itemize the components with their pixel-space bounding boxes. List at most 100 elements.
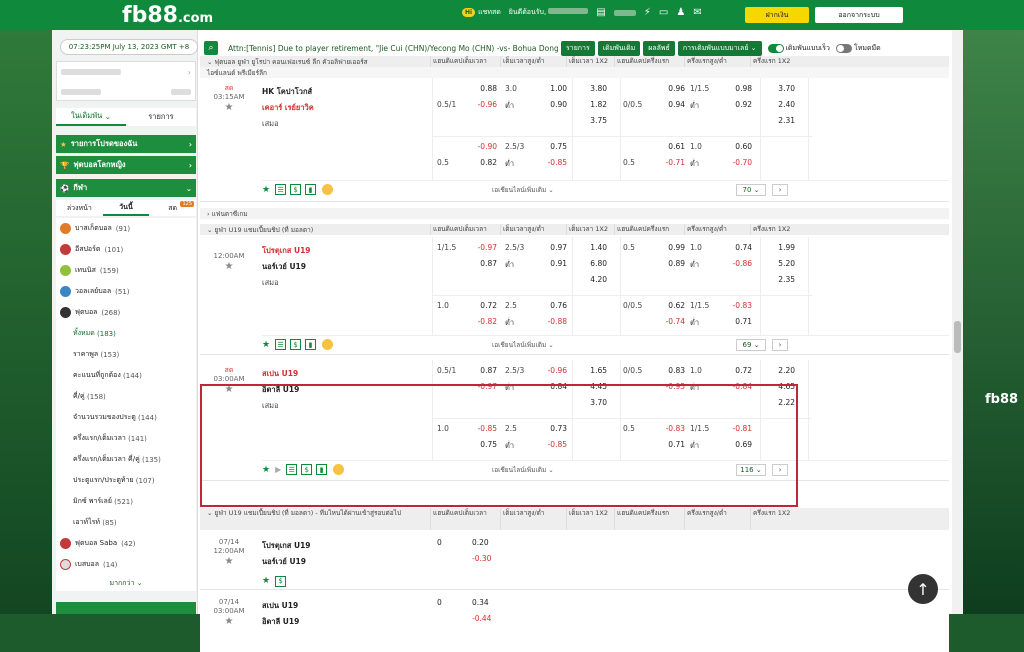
odd-value[interactable]: 0.71 xyxy=(645,440,685,449)
play-icon[interactable]: ▶ xyxy=(275,465,281,474)
football-sub-item[interactable]: ครึ่งแรก/เต็มเวลา (141) xyxy=(56,428,196,449)
odds-type-dropdown[interactable]: การเดิมพันแบบมาเลย์ ⌄ xyxy=(677,40,762,56)
tab-early[interactable]: ล่วงหน้า xyxy=(56,200,103,216)
scrollbar-thumb[interactable] xyxy=(954,321,961,353)
next-arrow-button[interactable]: › xyxy=(772,339,788,351)
odd-value[interactable]: 0.99 xyxy=(645,243,685,252)
odd-value[interactable]: -0.81 xyxy=(712,424,752,433)
odd-value[interactable]: -0.30 xyxy=(472,554,491,563)
vip-icon[interactable]: ▭ xyxy=(659,7,668,18)
league-header[interactable]: ⌄ ฟุตบอล ยูฟ่า ยูโรปา คอนเฟอเรนซ์ ลีก คั… xyxy=(200,56,949,67)
odd-value[interactable]: -0.88 xyxy=(527,317,567,326)
more-asian-lines-link[interactable]: เอเชียนไลน์เพิ่มเติม ⌄ xyxy=(492,185,554,195)
football-sub-item[interactable]: คะแนนที่ถูกต้อง (144) xyxy=(56,365,196,386)
odd-value[interactable]: 0.87 xyxy=(457,366,497,375)
odd-value[interactable]: -0.96 xyxy=(457,100,497,109)
away-team[interactable]: เคอาร์ เรย์ยาวิค xyxy=(262,100,432,116)
wallet-icon[interactable]: ▤ xyxy=(596,7,605,18)
odd-value[interactable]: -0.96 xyxy=(527,366,567,375)
coin-icon[interactable] xyxy=(333,464,345,475)
football-sub-item[interactable]: เอาท์ไรท์ (85) xyxy=(56,512,196,533)
odd-value[interactable]: 0.84 xyxy=(527,382,567,391)
odd-value[interactable]: 0.90 xyxy=(527,100,567,109)
site-logo[interactable]: fb88.com xyxy=(122,3,213,28)
odd-value[interactable]: -0.95 xyxy=(645,382,685,391)
star-icon[interactable]: ★ xyxy=(262,465,270,475)
football-sub-item[interactable]: คี่/คู่ (158) xyxy=(56,386,196,407)
away-team[interactable]: อิตาลี U19 xyxy=(262,382,432,398)
search-icon[interactable]: ⌕ xyxy=(204,41,218,55)
odd-value[interactable]: 3.80 xyxy=(572,84,607,93)
football-sub-item[interactable]: มิกซ์ พาร์เลย์ (521) xyxy=(56,491,196,512)
tab-today[interactable]: วันนี้ xyxy=(102,200,150,216)
tab-list[interactable]: รายการ xyxy=(126,108,196,126)
odd-value[interactable]: 3.70 xyxy=(760,84,795,93)
sport-baseball[interactable]: เบสบอล (14) xyxy=(56,554,196,575)
odd-value[interactable]: 0.74 xyxy=(712,243,752,252)
tab-in-bet[interactable]: ในเดิมพัน ⌄ xyxy=(56,108,126,126)
odd-value[interactable]: 2.20 xyxy=(760,366,795,375)
chart-icon[interactable]: ▮ xyxy=(305,184,317,195)
odd-value[interactable]: 0.91 xyxy=(527,259,567,268)
scroll-to-top-button[interactable]: ↑ xyxy=(908,574,938,604)
odd-value[interactable]: 1.82 xyxy=(572,100,607,109)
football-sub-item[interactable]: ประตูแรก/ประตูท้าย (107) xyxy=(56,470,196,491)
tab-live[interactable]: สด 125 xyxy=(149,200,196,216)
odd-value[interactable]: 3.75 xyxy=(572,116,607,125)
odd-value[interactable]: 0.76 xyxy=(527,301,567,310)
odd-value[interactable]: -0.84 xyxy=(712,382,752,391)
sport-football[interactable]: ฟุตบอล (268) xyxy=(56,302,196,323)
more-markets-count[interactable]: 116 ⌄ xyxy=(736,464,766,476)
odd-value[interactable]: 1.00 xyxy=(527,84,567,93)
next-arrow-button[interactable]: › xyxy=(772,464,788,476)
odd-value[interactable]: 4.45 xyxy=(572,382,607,391)
menu-favorites[interactable]: ★ รายการโปรดของฉัน › xyxy=(56,135,196,153)
more-sports-link[interactable]: มากกว่า ⌄ xyxy=(56,575,196,591)
football-sub-item[interactable]: ราคาพูล (153) xyxy=(56,344,196,365)
page-scrollbar[interactable] xyxy=(952,30,963,614)
odd-value[interactable]: -0.82 xyxy=(457,317,497,326)
odd-value[interactable]: 1.65 xyxy=(572,366,607,375)
menu-bar-bottom[interactable] xyxy=(56,602,196,614)
dollar-icon[interactable]: $ xyxy=(301,464,313,475)
odd-value[interactable]: 0.34 xyxy=(472,598,489,607)
odd-value[interactable]: 0.83 xyxy=(645,366,685,375)
dark-mode-toggle[interactable] xyxy=(835,43,852,53)
chart-icon[interactable]: ▮ xyxy=(316,464,328,475)
odd-value[interactable]: -0.90 xyxy=(457,142,497,151)
mail-icon[interactable]: ✉ xyxy=(693,7,701,18)
next-arrow-button[interactable]: › xyxy=(772,184,788,196)
odd-value[interactable]: 0.75 xyxy=(457,440,497,449)
odd-value[interactable]: -0.83 xyxy=(712,301,752,310)
odd-value[interactable]: 5.20 xyxy=(760,259,795,268)
odd-value[interactable]: 0.96 xyxy=(645,84,685,93)
more-asian-lines-link[interactable]: เอเชียนไลน์เพิ่มเติม ⌄ xyxy=(492,340,554,350)
sport-esports[interactable]: อีสปอร์ต (101) xyxy=(56,239,196,260)
odd-value[interactable]: 0.82 xyxy=(457,158,497,167)
odd-value[interactable]: 0.98 xyxy=(712,84,752,93)
odd-value[interactable]: -0.70 xyxy=(712,158,752,167)
league-header-sub[interactable]: ไอซ์แลนด์ พรีเมียร์ลีก xyxy=(200,67,949,78)
away-team[interactable]: นอร์เวย์ U19 xyxy=(262,259,432,275)
coin-icon[interactable] xyxy=(322,184,334,195)
odd-value[interactable]: 0.73 xyxy=(527,424,567,433)
odd-value[interactable]: 4.65 xyxy=(760,382,795,391)
more-asian-lines-link[interactable]: เอเชียนไลน์เพิ่มเติม ⌄ xyxy=(492,465,554,475)
odd-value[interactable]: -0.97 xyxy=(457,382,497,391)
football-sub-all[interactable]: ทั้งหมด (183) xyxy=(56,323,196,344)
deposit-button[interactable]: ฝากเงิน xyxy=(745,7,809,23)
odd-value[interactable]: -0.83 xyxy=(645,424,685,433)
odd-value[interactable]: 1.40 xyxy=(572,243,607,252)
odd-value[interactable]: 0.60 xyxy=(712,142,752,151)
results-button[interactable]: ผลลัพธ์ xyxy=(643,40,675,56)
more-markets-count[interactable]: 70 ⌄ xyxy=(736,184,766,196)
star-icon[interactable]: ★ xyxy=(200,557,258,567)
odd-value[interactable]: 2.31 xyxy=(760,116,795,125)
star-icon[interactable]: ★ xyxy=(200,617,258,627)
odd-value[interactable]: -0.44 xyxy=(472,614,491,623)
odd-value[interactable]: 6.80 xyxy=(572,259,607,268)
odd-value[interactable]: -0.85 xyxy=(457,424,497,433)
star-icon[interactable]: ★ xyxy=(262,340,270,350)
odd-value[interactable]: 0.72 xyxy=(457,301,497,310)
menu-womens-world-cup[interactable]: 🏆 ฟุตบอลโลกหญิง › xyxy=(56,156,196,174)
